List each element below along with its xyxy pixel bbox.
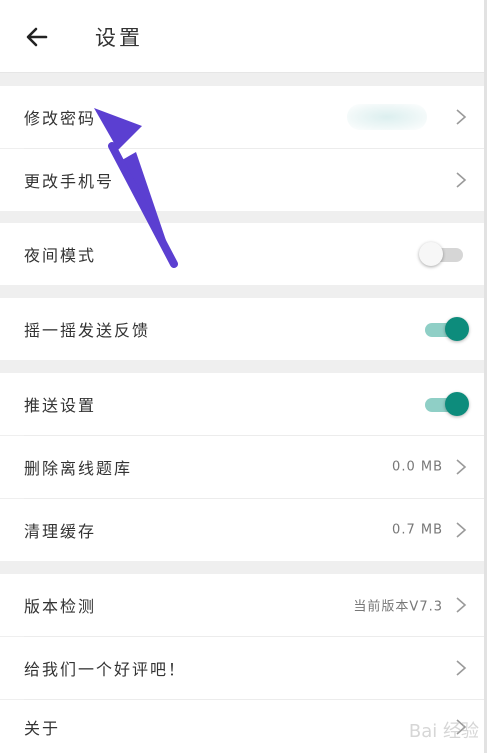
redacted-value <box>347 104 427 130</box>
shake-feedback-toggle[interactable] <box>419 315 469 343</box>
settings-item-delete-offline-bank[interactable]: 删除离线题库 0.0 MB <box>0 436 487 498</box>
settings-item-label: 清理缓存 <box>24 522 97 541</box>
chevron-right-icon <box>456 660 467 676</box>
push-settings-toggle[interactable] <box>419 390 469 418</box>
settings-item-change-password[interactable]: 修改密码 <box>0 86 487 148</box>
night-mode-toggle[interactable] <box>419 240 469 268</box>
settings-item-push-settings[interactable]: 推送设置 <box>0 373 487 435</box>
toggle-knob <box>419 242 443 266</box>
settings-item-label: 夜间模式 <box>24 246 97 265</box>
settings-item-shake-feedback[interactable]: 摇一摇发送反馈 <box>0 298 487 360</box>
toggle-knob <box>445 317 469 341</box>
chevron-right-icon <box>456 597 467 613</box>
arrow-left-icon[interactable] <box>24 24 50 50</box>
settings-item-change-phone[interactable]: 更改手机号 <box>0 149 487 211</box>
settings-item-clear-cache[interactable]: 清理缓存 0.7 MB <box>0 499 487 561</box>
top-bar: 设置 <box>0 0 487 73</box>
chevron-right-icon <box>456 172 467 188</box>
settings-item-label: 给我们一个好评吧！ <box>24 660 187 679</box>
settings-item-label: 关于 <box>24 718 61 738</box>
settings-item-label: 版本检测 <box>24 597 97 616</box>
settings-item-label: 摇一摇发送反馈 <box>24 321 151 340</box>
settings-item-night-mode[interactable]: 夜间模式 <box>0 223 487 285</box>
settings-item-label: 推送设置 <box>24 396 97 415</box>
settings-item-rate-us[interactable]: 给我们一个好评吧！ <box>0 637 487 699</box>
settings-item-label: 更改手机号 <box>24 172 115 191</box>
chevron-right-icon <box>456 109 467 125</box>
chevron-right-icon <box>456 522 467 538</box>
settings-item-value: 当前版本V7.3 <box>353 599 443 615</box>
settings-item-value: 0.0 MB <box>392 459 443 475</box>
settings-item-label: 修改密码 <box>24 109 97 128</box>
page-title: 设置 <box>95 26 143 50</box>
watermark: Bai 经验 <box>408 721 479 742</box>
chevron-right-icon <box>456 459 467 475</box>
toggle-knob <box>445 392 469 416</box>
settings-item-version-check[interactable]: 版本检测 当前版本V7.3 <box>0 574 487 636</box>
settings-item-value: 0.7 MB <box>392 522 443 538</box>
settings-item-label: 删除离线题库 <box>24 459 133 478</box>
